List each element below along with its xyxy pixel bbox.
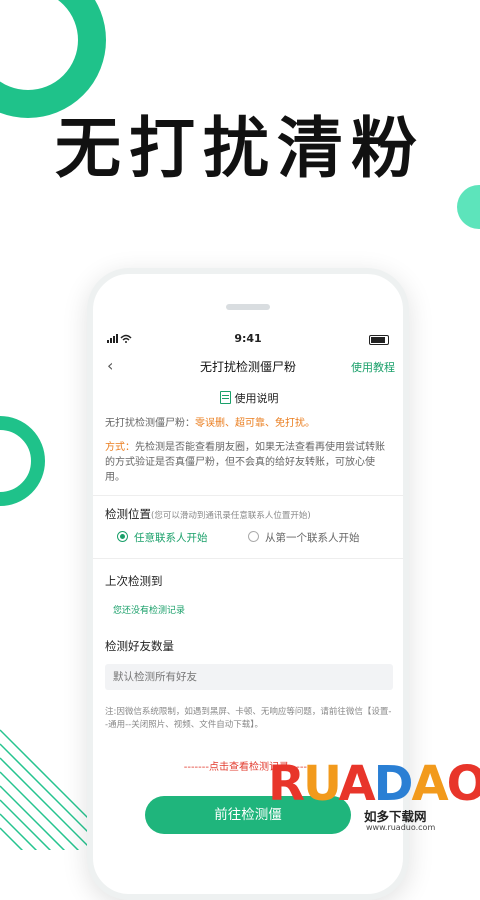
radio-checked-icon — [117, 531, 128, 542]
main-content: 使用说明 无打扰检测僵尸粉：零误删、超可靠、免打扰。 方式：先检测是否能查看朋友… — [93, 390, 403, 773]
instructions-prefix: 无打扰检测僵尸粉： — [105, 418, 195, 429]
friend-count-label: 检测好友数量 — [105, 639, 174, 653]
tutorial-link[interactable]: 使用教程 — [351, 359, 395, 375]
last-check-label: 上次检测到 — [105, 574, 163, 588]
hero-title: 无打扰清粉 — [55, 110, 425, 187]
radio-first-contact-label: 从第一个联系人开始 — [265, 532, 360, 544]
radio-unchecked-icon — [248, 531, 259, 542]
instructions-title: 使用说明 — [234, 392, 279, 405]
watermark-url: www.ruaduo.com — [366, 823, 436, 832]
instructions-highlight: 零误删、超可靠、免打扰。 — [195, 418, 315, 429]
last-check-empty: 您还没有检测记录 — [113, 606, 186, 616]
status-time: 9:41 — [234, 332, 262, 345]
position-radio-group: 任意联系人开始 从第一个联系人开始 — [105, 530, 393, 548]
position-label: 检测位置 — [105, 507, 151, 521]
left-ring-decoration — [0, 416, 45, 506]
instructions-line: 无打扰检测僵尸粉：零误删、超可靠、免打扰。 — [105, 416, 393, 432]
site-watermark: RUADAO 如多下载网 www.ruaduo.com — [268, 748, 480, 848]
method-text: 先检测是否能查看朋友圈，如果无法查看再使用尝试转账的方式验证是否真僵尸粉，但不会… — [105, 442, 385, 483]
phone-speaker — [226, 304, 270, 310]
divider — [93, 558, 403, 559]
position-label-row: 检测位置(您可以滑动到通讯录任意联系人位置开始) — [105, 506, 393, 522]
document-icon — [219, 391, 231, 404]
divider — [93, 495, 403, 496]
radio-first-contact[interactable]: 从第一个联系人开始 — [248, 530, 360, 545]
notice-text: 注:因微信系统限制，如遇到黑屏、卡顿、无响应等问题，请前往微信【设置--通用--… — [105, 707, 392, 730]
instructions-heading: 使用说明 — [105, 390, 393, 406]
battery-icon — [369, 335, 389, 345]
bottom-left-stripes-decoration — [0, 729, 90, 850]
friend-count-input[interactable] — [105, 664, 393, 690]
position-hint: (您可以滑动到通讯录任意联系人位置开始) — [151, 511, 311, 521]
instructions-method: 方式：先检测是否能查看朋友圈，如果无法查看再使用尝试转账的方式验证是否真僵尸粉，… — [105, 440, 393, 485]
nav-bar: ‹ 无打扰检测僵尸粉 使用教程 — [93, 356, 403, 378]
radio-any-contact-label: 任意联系人开始 — [134, 532, 208, 544]
method-label: 方式： — [105, 442, 135, 453]
status-bar: 9:41 — [93, 332, 403, 348]
radio-any-contact[interactable]: 任意联系人开始 — [117, 530, 208, 545]
